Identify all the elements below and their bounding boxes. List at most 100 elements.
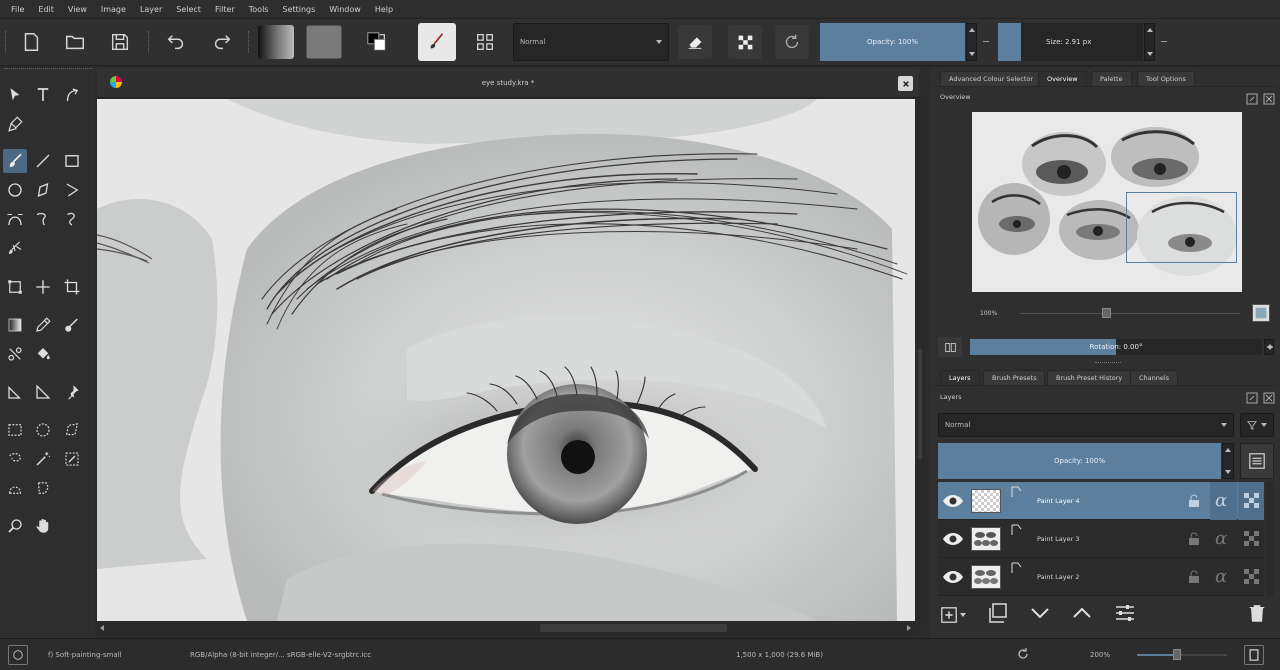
float-panel-icon[interactable] bbox=[1245, 92, 1259, 106]
menu-view[interactable]: View bbox=[61, 0, 94, 19]
duplicate-layer-button[interactable] bbox=[986, 602, 1010, 628]
menu-settings[interactable]: Settings bbox=[275, 0, 322, 19]
layer-properties-button[interactable] bbox=[1240, 443, 1274, 479]
menu-edit[interactable]: Edit bbox=[31, 0, 61, 19]
overview-viewport-frame[interactable] bbox=[1126, 192, 1237, 263]
freehand-brush-tool[interactable] bbox=[3, 149, 27, 173]
inherit-alpha-icon[interactable] bbox=[1243, 530, 1260, 547]
move-layer-up-button[interactable] bbox=[1071, 602, 1095, 628]
scroll-right-icon[interactable] bbox=[907, 625, 911, 631]
overview-zoom-handle[interactable] bbox=[1102, 308, 1111, 318]
zoom-slider-handle[interactable] bbox=[1173, 649, 1181, 660]
move-layer-down-button[interactable] bbox=[1029, 602, 1053, 628]
smart-patch-tool[interactable] bbox=[60, 313, 84, 337]
measure-tool[interactable] bbox=[3, 380, 27, 404]
menu-image[interactable]: Image bbox=[94, 0, 133, 19]
pan-tool[interactable] bbox=[31, 514, 55, 538]
alpha-lock-icon[interactable]: α bbox=[1215, 528, 1227, 549]
float-panel-icon[interactable] bbox=[1245, 391, 1259, 405]
opacity-spinner[interactable] bbox=[966, 23, 977, 61]
bezier-selection-tool[interactable] bbox=[3, 476, 27, 500]
lock-icon[interactable] bbox=[1188, 570, 1200, 584]
crop-tool[interactable] bbox=[60, 275, 84, 299]
brush-preview-button[interactable] bbox=[8, 645, 28, 665]
add-layer-button[interactable] bbox=[940, 602, 970, 628]
menu-tools[interactable]: Tools bbox=[242, 0, 276, 19]
eraser-mode-button[interactable] bbox=[678, 25, 712, 59]
freehand-selection-tool[interactable] bbox=[3, 447, 27, 471]
drawing-canvas[interactable] bbox=[97, 99, 915, 621]
assistant-tool[interactable] bbox=[3, 342, 27, 366]
alpha-lock-icon[interactable]: α bbox=[1215, 566, 1227, 587]
tab-layers[interactable]: Layers bbox=[940, 370, 980, 385]
delete-layer-button[interactable] bbox=[1247, 602, 1269, 628]
overview-thumbnail[interactable] bbox=[972, 112, 1242, 292]
edit-shapes-tool[interactable] bbox=[60, 83, 84, 107]
ellipse-tool[interactable] bbox=[3, 178, 27, 202]
close-document-button[interactable] bbox=[898, 76, 913, 91]
preserve-alpha-button[interactable] bbox=[728, 25, 762, 59]
inherit-alpha-icon[interactable] bbox=[1243, 492, 1260, 509]
polygon-tool[interactable] bbox=[31, 178, 55, 202]
close-panel-icon[interactable] bbox=[1262, 391, 1276, 405]
vertical-scrollbar-thumb[interactable] bbox=[918, 349, 922, 459]
transform-tool[interactable] bbox=[3, 275, 27, 299]
brush-preset-button[interactable] bbox=[418, 23, 456, 61]
tab-palette[interactable]: Palette bbox=[1091, 71, 1132, 86]
similar-color-selection-tool[interactable] bbox=[60, 447, 84, 471]
open-document-button[interactable] bbox=[58, 25, 92, 59]
scroll-left-icon[interactable] bbox=[100, 625, 104, 631]
blend-mode-select[interactable]: Normal bbox=[513, 23, 669, 61]
eye-visibility-icon[interactable] bbox=[942, 493, 964, 509]
alpha-lock-icon[interactable]: α bbox=[1215, 490, 1227, 511]
fill-tool[interactable] bbox=[31, 342, 55, 366]
rotate-view-icon[interactable] bbox=[1016, 647, 1030, 661]
contiguous-selection-tool[interactable] bbox=[31, 447, 55, 471]
redo-button[interactable] bbox=[205, 25, 239, 59]
text-tool[interactable] bbox=[31, 83, 55, 107]
tab-advanced-colour-selector[interactable]: Advanced Colour Selector bbox=[940, 71, 1043, 86]
layer-row[interactable]: Paint Layer 3 α bbox=[938, 520, 1264, 558]
horizontal-scrollbar-thumb[interactable] bbox=[540, 624, 727, 632]
inherit-alpha-icon[interactable] bbox=[1243, 568, 1260, 585]
eye-visibility-icon[interactable] bbox=[942, 569, 964, 585]
opacity-slider[interactable]: Opacity: 100% bbox=[820, 23, 965, 61]
save-button[interactable] bbox=[103, 25, 137, 59]
reference-images-tool[interactable] bbox=[60, 380, 84, 404]
zoom-slider[interactable] bbox=[1137, 654, 1227, 656]
rectangle-tool[interactable] bbox=[60, 149, 84, 173]
vertical-scrollbar[interactable] bbox=[915, 99, 925, 621]
line-tool[interactable] bbox=[31, 149, 55, 173]
elliptical-selection-tool[interactable] bbox=[31, 418, 55, 442]
toolbox-handle[interactable] bbox=[4, 68, 92, 71]
menu-window[interactable]: Window bbox=[322, 0, 368, 19]
magnetic-selection-tool[interactable] bbox=[31, 476, 55, 500]
tab-channels[interactable]: Channels bbox=[1130, 370, 1179, 385]
zoom-level[interactable]: 200% bbox=[1090, 651, 1110, 659]
tab-brush-presets[interactable]: Brush Presets bbox=[983, 370, 1046, 385]
size-slider[interactable]: Size: 2.91 px bbox=[998, 23, 1143, 61]
color-space-info[interactable]: RGB/Alpha (8-bit integer/... sRGB-elle-V… bbox=[190, 651, 371, 659]
menu-select[interactable]: Select bbox=[169, 0, 208, 19]
layer-opacity-slider[interactable]: Opacity: 100% bbox=[938, 443, 1221, 479]
close-panel-icon[interactable] bbox=[1262, 92, 1276, 106]
menu-filter[interactable]: Filter bbox=[208, 0, 242, 19]
new-document-button[interactable] bbox=[14, 25, 48, 59]
layer-row[interactable]: Paint Layer 2 α bbox=[938, 558, 1264, 596]
layer-filter-button[interactable] bbox=[1240, 413, 1274, 437]
polygonal-selection-tool[interactable] bbox=[60, 418, 84, 442]
canvas-mirror-button[interactable] bbox=[938, 337, 962, 357]
ruler-assistant-tool[interactable] bbox=[31, 380, 55, 404]
panel-splitter[interactable] bbox=[1095, 362, 1121, 364]
freehand-path-tool[interactable] bbox=[31, 207, 55, 231]
overview-mirror-button[interactable] bbox=[1252, 304, 1270, 322]
lock-icon[interactable] bbox=[1188, 494, 1200, 508]
gradient-tool[interactable] bbox=[3, 313, 27, 337]
tab-tool-options[interactable]: Tool Options bbox=[1137, 71, 1195, 86]
color-picker-tool[interactable] bbox=[31, 313, 55, 337]
calligraphy-tool[interactable] bbox=[3, 112, 27, 136]
select-shapes-tool[interactable] bbox=[3, 83, 27, 107]
rotation-slider[interactable]: Rotation: 0.00° bbox=[970, 339, 1262, 355]
toolbar-handle[interactable] bbox=[5, 31, 8, 53]
eye-visibility-icon[interactable] bbox=[942, 531, 964, 547]
